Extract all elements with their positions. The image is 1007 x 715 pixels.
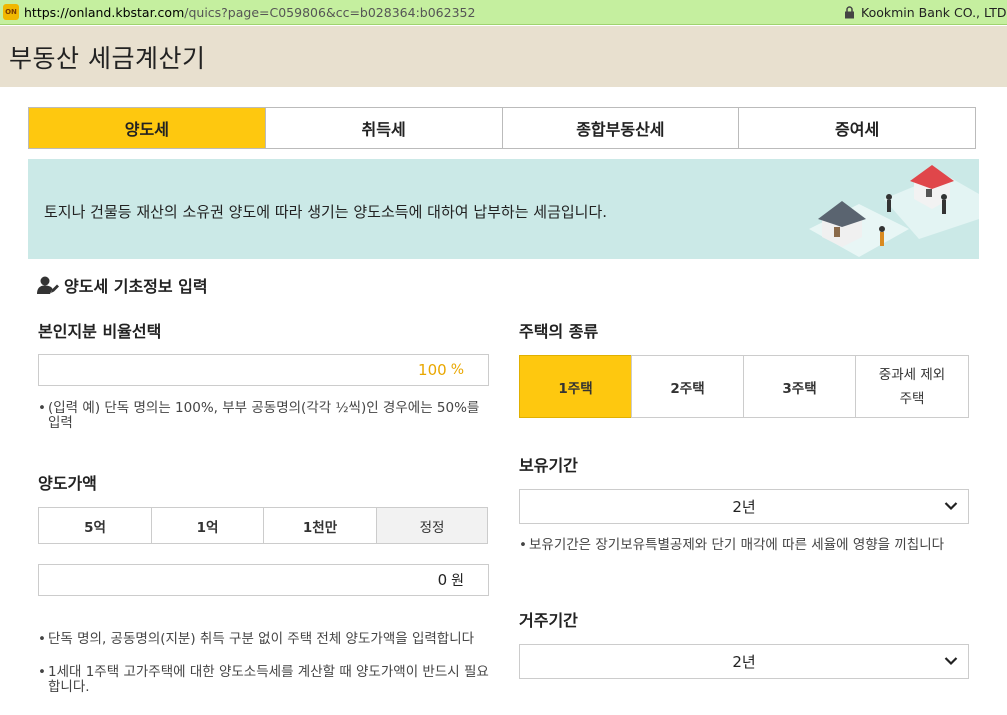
house-type-label: 주택의 종류 <box>519 322 599 341</box>
ownership-ratio-unit: % <box>450 362 464 378</box>
ownership-note: • (입력 예) 단독 명의는 100%, 부부 공동명의(각각 ½씩)인 경우에… <box>38 400 480 431</box>
residence-period-label: 거주기간 <box>519 611 578 630</box>
house-type-options: 1주택 2주택 3주택 중과세 제외 주택 <box>519 355 969 418</box>
residence-period-value: 2년 <box>732 653 756 671</box>
sale-price-note-1: • 단독 명의, 공동명의(지분) 취득 구분 없이 주택 전체 양도가액을 입력… <box>38 631 475 647</box>
sale-price-input[interactable]: 0 원 <box>38 564 489 596</box>
ownership-ratio-input[interactable]: 100 % <box>38 354 489 386</box>
browser-address-bar[interactable]: ON https://onland.kbstar.com/quics?page=… <box>0 0 1007 25</box>
holding-period-label: 보유기간 <box>519 456 578 475</box>
tab-capital-gains-tax[interactable]: 양도세 <box>29 108 265 148</box>
tab-gift-tax[interactable]: 증여세 <box>738 108 975 148</box>
house-type-2-button[interactable]: 2주택 <box>631 355 744 418</box>
certificate-owner[interactable]: Kookmin Bank CO., LTD. [K <box>861 5 1007 20</box>
holding-period-select[interactable]: 2년 <box>519 489 969 524</box>
section-title-text: 양도세 기초정보 입력 <box>64 277 208 296</box>
add-500m-button[interactable]: 5억 <box>38 507 152 544</box>
chevron-down-icon <box>944 502 958 511</box>
url-path: /quics?page=C059806&cc=b028364:b062352 <box>184 5 476 20</box>
sale-price-value: 0 <box>437 571 448 589</box>
info-banner: 토지나 건물등 재산의 소유권 양도에 따라 생기는 양도소득에 대하여 납부하… <box>28 159 979 259</box>
tax-type-tabs: 양도세 취득세 종합부동산세 증여세 <box>28 107 976 149</box>
add-10m-button[interactable]: 1천만 <box>263 507 377 544</box>
reset-button[interactable]: 정정 <box>376 507 488 544</box>
add-100m-button[interactable]: 1억 <box>151 507 264 544</box>
url-host: https://onland.kbstar.com <box>24 5 185 20</box>
house-type-excluded-button[interactable]: 중과세 제외 주택 <box>855 355 969 418</box>
chevron-down-icon <box>944 657 958 666</box>
url-text[interactable]: https://onland.kbstar.com/quics?page=C05… <box>24 5 475 20</box>
sale-price-buttons: 5억 1억 1천만 정정 <box>38 507 488 544</box>
lock-icon[interactable] <box>844 6 855 19</box>
house-type-3-button[interactable]: 3주택 <box>743 355 856 418</box>
tab-acquisition-tax[interactable]: 취득세 <box>264 108 502 148</box>
site-favicon-icon: ON <box>3 4 19 20</box>
tab-comprehensive-real-estate-tax[interactable]: 종합부동산세 <box>501 108 739 148</box>
sale-price-note-2: • 1세대 1주택 고가주택에 대한 양도소득세를 계산할 때 양도가액이 반드시… <box>38 664 489 695</box>
holding-period-value: 2년 <box>732 498 756 516</box>
page-header: 부동산 세금계산기 <box>0 26 1007 87</box>
user-edit-icon <box>37 276 59 294</box>
banner-description: 토지나 건물등 재산의 소유권 양도에 따라 생기는 양도소득에 대하여 납부하… <box>44 203 608 221</box>
holding-period-note: • 보유기간은 장기보유특별공제와 단기 매각에 따른 세율에 영향을 끼칩니다 <box>519 537 945 553</box>
house-type-1-button[interactable]: 1주택 <box>519 355 632 418</box>
page-title: 부동산 세금계산기 <box>9 44 206 73</box>
sale-price-label: 양도가액 <box>38 474 97 493</box>
ownership-ratio-value: 100 <box>418 361 447 379</box>
ownership-label: 본인지분 비율선택 <box>38 322 162 341</box>
houses-illustration <box>809 165 979 257</box>
section-title: 양도세 기초정보 입력 <box>37 273 208 297</box>
sale-price-unit: 원 <box>451 573 464 589</box>
residence-period-select[interactable]: 2년 <box>519 644 969 679</box>
